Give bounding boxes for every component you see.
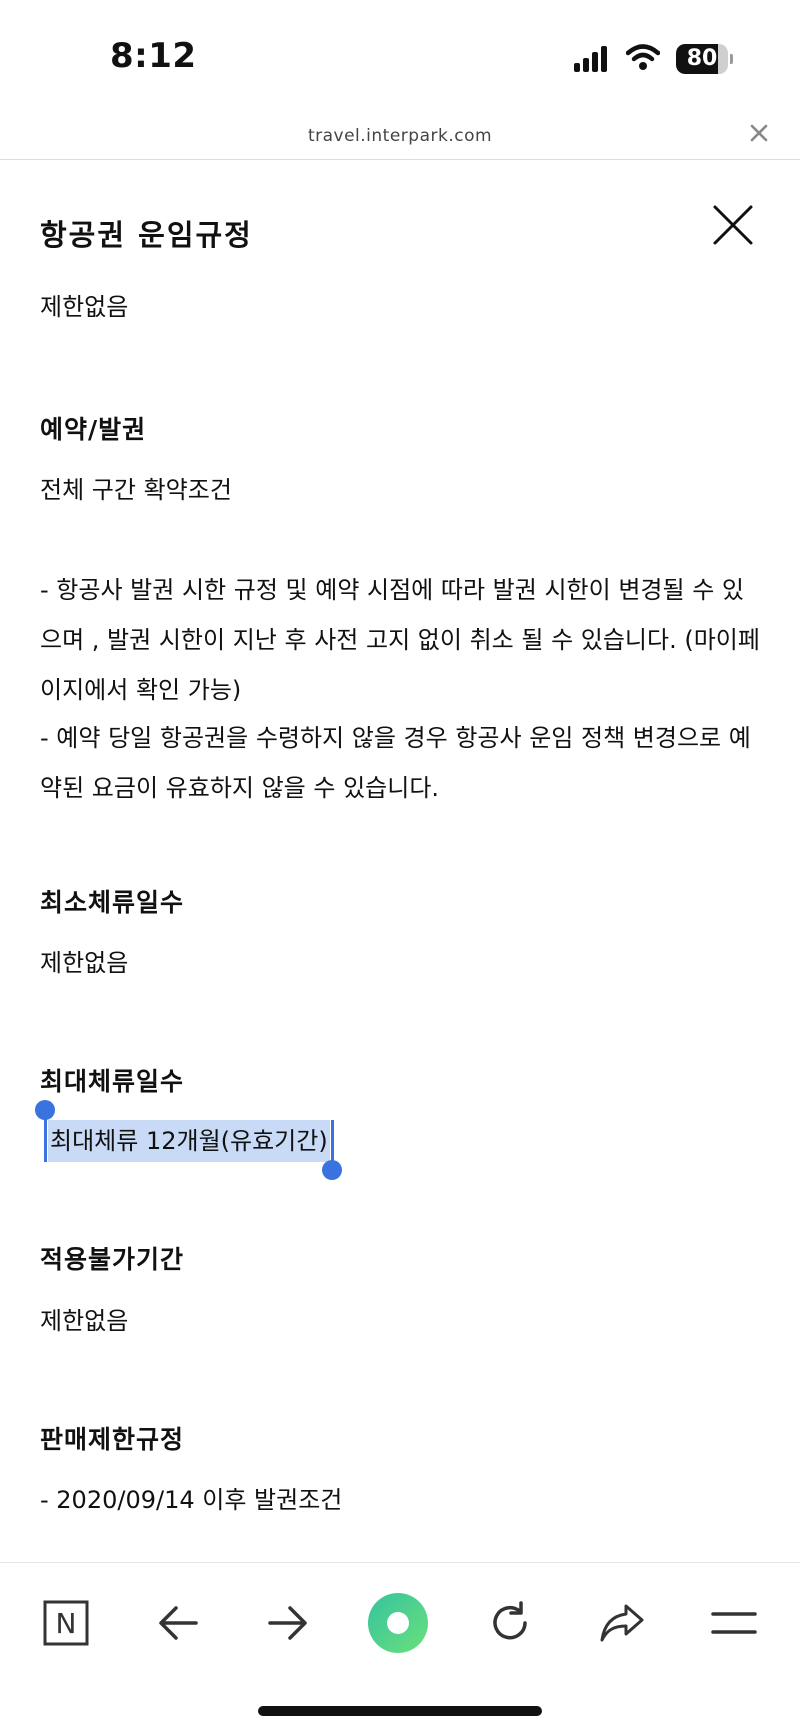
battery-icon: 80 [676,44,733,74]
back-button[interactable] [146,1591,210,1655]
cellular-signal-icon [574,46,608,72]
naver-n-icon: N [43,1600,89,1646]
svg-text:N: N [56,1607,77,1640]
forward-button[interactable] [256,1591,320,1655]
page-title: 항공권 운임규정 [40,218,253,252]
back-arrow-icon [159,1606,198,1640]
status-time: 8:12 [110,36,197,76]
url-text: travel.interpark.com [307,126,493,146]
section-heading-sales: 판매제한규정 [40,1425,185,1454]
forward-arrow-icon [268,1606,307,1640]
booking-condition: 전체 구간 확약조건 [40,476,232,504]
battery-level: 80 [686,46,718,71]
blackout-value: 제한없음 [40,1307,129,1335]
url-bar[interactable]: travel.interpark.com [0,110,800,160]
naver-home-button[interactable]: N [34,1591,98,1655]
wifi-icon [626,44,660,70]
selection-start-handle[interactable] [35,1100,55,1162]
refresh-icon [493,1601,527,1640]
green-dot-button[interactable] [366,1591,430,1655]
max-stay-value: 최대체류 12개월(유효기간) [50,1127,328,1155]
share-button[interactable] [590,1591,654,1655]
sales-value: - 2020/09/14 이후 발권조건 [40,1486,343,1514]
close-page-icon[interactable] [748,122,770,144]
min-stay-value: 제한없음 [40,949,129,977]
booking-note-2: - 예약 당일 항공권을 수령하지 않을 경우 항공사 운임 정책 변경으로 예… [40,724,751,802]
section-heading-booking: 예약/발권 [40,415,147,444]
green-dot-icon [368,1593,428,1653]
close-icon[interactable] [712,204,754,246]
refresh-button[interactable] [478,1591,542,1655]
home-indicator[interactable] [258,1706,542,1716]
share-icon [600,1604,644,1642]
section-heading-max-stay: 최대체류일수 [40,1067,185,1096]
section-heading-min-stay: 최소체류일수 [40,888,185,917]
selected-text[interactable]: 최대체류 12개월(유효기간) [35,1100,342,1180]
section-heading-blackout: 적용불가기간 [40,1245,185,1274]
top-value: 제한없음 [40,293,129,321]
status-bar: 8:12 80 [0,0,800,110]
booking-note-1: - 항공사 발권 시한 규정 및 예약 시점에 따라 발권 시한이 변경될 수 … [40,576,760,704]
selection-end-handle[interactable] [321,1120,342,1180]
browser-toolbar: N [0,1562,800,1682]
menu-icon [711,1612,757,1634]
menu-button[interactable] [702,1591,766,1655]
